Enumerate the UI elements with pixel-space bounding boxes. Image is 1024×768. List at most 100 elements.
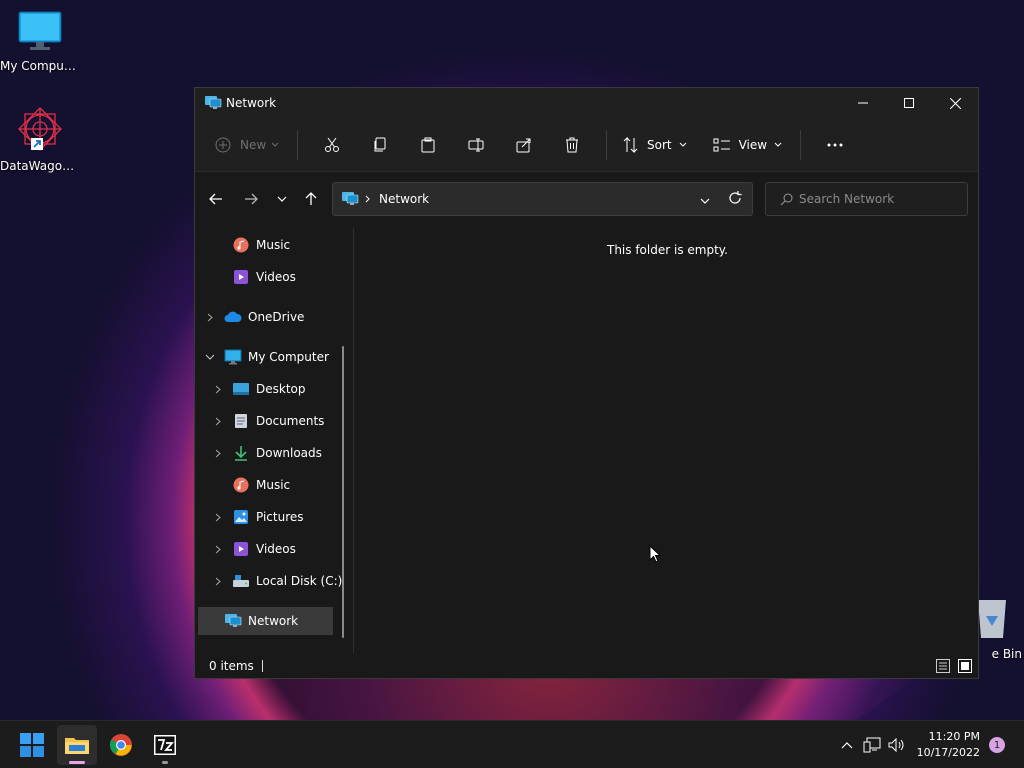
- picture-icon: [232, 508, 250, 526]
- chevron-right-icon[interactable]: [212, 543, 224, 555]
- nav-item-onedrive[interactable]: OneDrive: [195, 303, 304, 331]
- copy-button[interactable]: [356, 129, 404, 161]
- desktop-folder-icon: [232, 380, 250, 398]
- nav-item-pictures[interactable]: Pictures: [195, 503, 304, 531]
- clock[interactable]: 11:20 PM 10/17/2022: [917, 729, 980, 761]
- nav-item-label: Pictures: [256, 510, 304, 524]
- cloud-icon: [224, 308, 242, 326]
- chevron-down-icon: [277, 196, 287, 202]
- chevron-right-icon[interactable]: [212, 511, 224, 523]
- cut-button[interactable]: [308, 129, 356, 161]
- taskbar-chrome[interactable]: [101, 725, 141, 765]
- large-icons-view-button[interactable]: [958, 659, 972, 676]
- arrow-left-icon: [209, 193, 222, 205]
- chevron-down-icon[interactable]: [204, 351, 216, 363]
- nav-item-downloads[interactable]: Downloads: [195, 439, 322, 467]
- refresh-button[interactable]: [728, 191, 742, 208]
- nav-item-label: Desktop: [256, 382, 306, 396]
- address-bar[interactable]: Network: [332, 182, 753, 216]
- maximize-button[interactable]: [886, 88, 932, 118]
- scissors-icon: [325, 137, 339, 152]
- active-indicator: [69, 761, 85, 764]
- windows-logo-icon: [20, 733, 44, 757]
- file-explorer-window[interactable]: Network New Sort View Network Search Net…: [194, 87, 979, 679]
- rename-button[interactable]: [452, 129, 500, 161]
- plus-circle-icon: [215, 137, 231, 152]
- hard-drive-icon: [232, 572, 250, 590]
- nav-item-videos[interactable]: Videos: [232, 263, 296, 291]
- nav-item-videos[interactable]: Videos: [195, 535, 296, 563]
- delete-button[interactable]: [548, 129, 596, 161]
- nav-item-label: OneDrive: [248, 310, 305, 324]
- close-button[interactable]: [932, 88, 978, 118]
- volume-button[interactable]: [886, 738, 908, 752]
- search-input[interactable]: [799, 192, 959, 206]
- document-icon: [232, 412, 250, 430]
- nav-item-desktop[interactable]: Desktop: [195, 375, 306, 403]
- network-icon: [224, 612, 242, 630]
- chevron-right-icon[interactable]: [212, 575, 224, 587]
- sort-button[interactable]: Sort: [617, 129, 693, 161]
- large-icons-view-icon: [958, 659, 972, 673]
- desktop-icon-my-computer[interactable]: My Computer: [0, 10, 80, 73]
- taskbar-7zip[interactable]: [145, 725, 185, 765]
- details-view-button[interactable]: [936, 659, 950, 676]
- nav-item-my-computer[interactable]: My Computer: [195, 343, 329, 371]
- toolbar-separator: [800, 129, 802, 160]
- 7zip-icon: [154, 735, 176, 755]
- nav-scrollbar[interactable]: [342, 346, 344, 638]
- clock-time: 11:20 PM: [928, 730, 980, 743]
- title-bar[interactable]: Network: [195, 88, 978, 118]
- share-button[interactable]: [500, 129, 548, 161]
- chevron-right-icon[interactable]: [204, 311, 216, 323]
- nav-item-documents[interactable]: Documents: [195, 407, 324, 435]
- command-bar: New Sort View: [195, 118, 978, 172]
- desktop-icon-label: My Computer: [0, 59, 80, 73]
- chevron-down-icon: [679, 142, 686, 147]
- mouse-cursor-icon: [649, 545, 661, 563]
- breadcrumb-network[interactable]: Network: [379, 192, 429, 206]
- toolbar-separator: [606, 129, 607, 160]
- taskbar: 11:20 PM 10/17/2022 1: [0, 720, 1024, 768]
- show-hidden-icons-button[interactable]: [836, 741, 858, 749]
- navigation-pane[interactable]: Music Videos OneDrive My Computer Deskto…: [195, 228, 350, 643]
- breadcrumb-chevron-icon: [365, 195, 370, 203]
- refresh-icon: [729, 191, 742, 204]
- taskbar-file-explorer[interactable]: [57, 725, 97, 765]
- sort-button-label: Sort: [647, 137, 672, 152]
- see-more-button[interactable]: [811, 129, 859, 161]
- forward-button[interactable]: [236, 184, 266, 214]
- paste-button[interactable]: [404, 129, 452, 161]
- chevron-right-icon[interactable]: [212, 415, 224, 427]
- recent-locations-button[interactable]: [267, 184, 297, 214]
- chevron-right-icon[interactable]: [212, 447, 224, 459]
- chevron-up-icon: [841, 742, 853, 749]
- minimize-button[interactable]: [840, 88, 886, 118]
- view-button[interactable]: View: [707, 129, 788, 161]
- nav-item-music[interactable]: Music: [232, 231, 290, 259]
- back-button[interactable]: [201, 184, 231, 214]
- chevron-right-icon[interactable]: [212, 383, 224, 395]
- folder-icon: [65, 738, 89, 754]
- address-history-button[interactable]: [700, 193, 710, 207]
- nav-item-label: Network: [248, 614, 299, 628]
- search-box[interactable]: [765, 182, 968, 216]
- status-separator: [261, 660, 263, 672]
- toolbar-separator: [297, 129, 298, 160]
- up-button[interactable]: [296, 184, 326, 214]
- monitor-icon: [224, 348, 242, 366]
- start-button[interactable]: [12, 725, 52, 765]
- more-dots-icon: [827, 143, 843, 146]
- nav-item-local-disk[interactable]: Local Disk (C:): [195, 567, 342, 595]
- new-button[interactable]: New: [215, 129, 287, 161]
- nav-item-music[interactable]: Music: [232, 471, 290, 499]
- view-button-label: View: [738, 137, 768, 152]
- pane-divider[interactable]: [353, 228, 354, 653]
- network-status-button[interactable]: [858, 737, 886, 753]
- items-count: 0 items: [209, 659, 254, 673]
- nav-item-network[interactable]: Network: [198, 607, 333, 635]
- notification-badge[interactable]: 1: [989, 737, 1005, 753]
- system-tray: [836, 721, 908, 768]
- desktop-icon-datawagon[interactable]: DataWagon...: [0, 106, 80, 173]
- chevron-down-icon: [271, 142, 279, 147]
